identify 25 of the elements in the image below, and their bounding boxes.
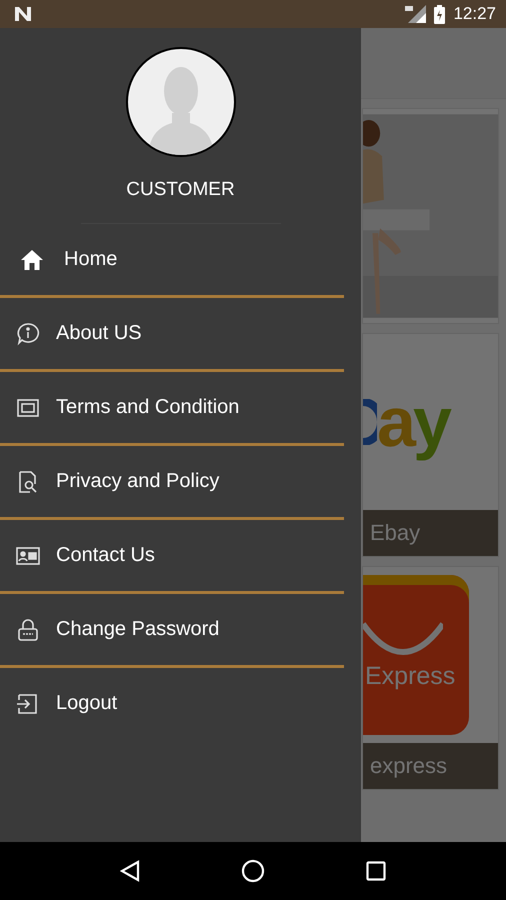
- recents-icon[interactable]: [366, 861, 386, 881]
- arc-icon: [363, 399, 377, 445]
- user-name: CUSTOMER: [126, 179, 235, 201]
- menu-item[interactable]: Change Password: [0, 594, 344, 668]
- back-icon[interactable]: [120, 860, 140, 882]
- home-icon: [20, 248, 44, 270]
- menu-item[interactable]: Terms and Condition: [0, 372, 344, 446]
- menu-item[interactable]: Contact Us: [0, 520, 344, 594]
- home-circle-icon[interactable]: [240, 859, 265, 883]
- logo: ay: [377, 382, 449, 462]
- card-caption: Ebay: [363, 510, 498, 556]
- menu-item[interactable]: Home: [0, 224, 344, 298]
- clock-time: 12:27: [453, 4, 496, 24]
- n-logo-icon: [14, 6, 32, 22]
- logo-text: Express: [365, 662, 456, 690]
- menu-item[interactable]: Logout: [0, 668, 344, 739]
- battery-icon: [434, 4, 446, 24]
- card-caption: express: [363, 743, 498, 789]
- sign-in-arrow-icon: [16, 692, 40, 716]
- lock-icon: [16, 618, 40, 642]
- menu-item[interactable]: Privacy and Policy: [0, 446, 344, 520]
- smile-icon: [363, 620, 443, 656]
- signal-icon: [404, 5, 426, 23]
- menu-item[interactable]: About US: [0, 298, 344, 372]
- info-bubble-icon: [16, 322, 40, 346]
